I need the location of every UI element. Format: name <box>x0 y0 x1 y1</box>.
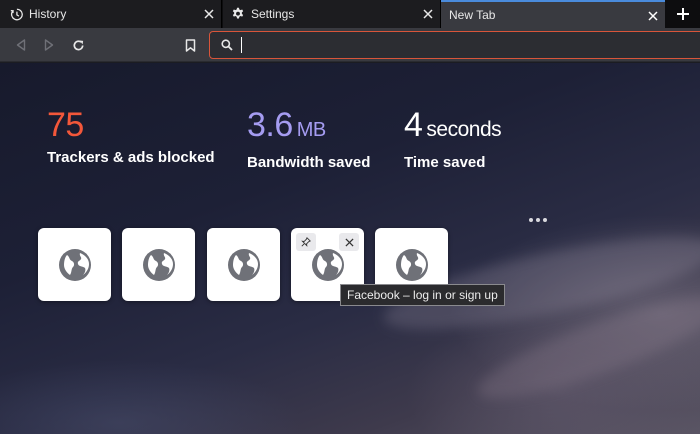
bookmark-icon <box>185 38 195 52</box>
reload-button[interactable] <box>67 34 89 56</box>
stat-caption: Bandwidth saved <box>247 154 371 171</box>
tab-settings-label: Settings <box>251 7 295 21</box>
globe-icon <box>227 248 260 281</box>
tab-settings[interactable]: Settings <box>223 0 441 28</box>
remove-tile-button[interactable] <box>339 233 359 251</box>
stat-bandwidth-saved: 3.6 MB Bandwidth saved <box>247 105 370 171</box>
gear-icon <box>232 7 244 19</box>
plus-icon <box>676 8 689 20</box>
more-options-icon[interactable] <box>529 216 547 224</box>
reload-icon <box>73 39 84 50</box>
stat-value: 3.6 <box>247 106 293 144</box>
new-tab-button[interactable] <box>665 0 700 28</box>
globe-icon <box>142 248 175 281</box>
forward-button[interactable] <box>38 34 60 56</box>
top-site-tile[interactable] <box>122 228 195 301</box>
stat-unit: MB <box>296 119 327 141</box>
globe-icon <box>58 248 91 281</box>
stat-time-saved: 4 seconds Time saved <box>404 105 502 171</box>
top-site-tile[interactable] <box>38 228 111 301</box>
tab-strip: History Settings New Tab <box>0 0 700 28</box>
address-input[interactable] <box>240 35 680 55</box>
stat-trackers-blocked: 75 Trackers & ads blocked <box>47 105 215 166</box>
close-icon[interactable] <box>420 6 436 22</box>
tooltip: Facebook – log in or sign up <box>340 284 505 306</box>
back-arrow-icon <box>16 39 26 51</box>
stat-value: 75 <box>47 106 84 144</box>
text-cursor <box>241 37 242 53</box>
search-icon <box>221 39 233 51</box>
pin-icon <box>301 237 311 247</box>
stat-caption: Time saved <box>404 154 486 171</box>
tab-new-tab-label: New Tab <box>449 8 496 22</box>
top-site-tile[interactable] <box>207 228 280 301</box>
back-button[interactable] <box>10 34 32 56</box>
globe-icon <box>395 248 428 281</box>
address-bar[interactable] <box>209 31 700 59</box>
toolbar <box>0 28 700 62</box>
forward-arrow-icon <box>44 39 54 51</box>
close-icon[interactable] <box>201 6 217 22</box>
close-icon <box>344 237 354 247</box>
stat-unit: seconds <box>426 118 502 141</box>
bookmark-button[interactable] <box>179 34 201 56</box>
history-icon <box>10 8 23 20</box>
stat-value: 4 <box>404 106 423 144</box>
globe-icon <box>311 248 344 281</box>
tab-new-tab[interactable]: New Tab <box>441 0 665 28</box>
new-tab-page: 75 Trackers & ads blocked 3.6 MB Bandwidt… <box>0 63 700 434</box>
pin-button[interactable] <box>296 233 316 251</box>
tab-history-label: History <box>29 7 67 21</box>
stat-caption: Trackers & ads blocked <box>47 149 215 166</box>
tab-history[interactable]: History <box>0 0 222 28</box>
close-icon[interactable] <box>645 8 661 24</box>
